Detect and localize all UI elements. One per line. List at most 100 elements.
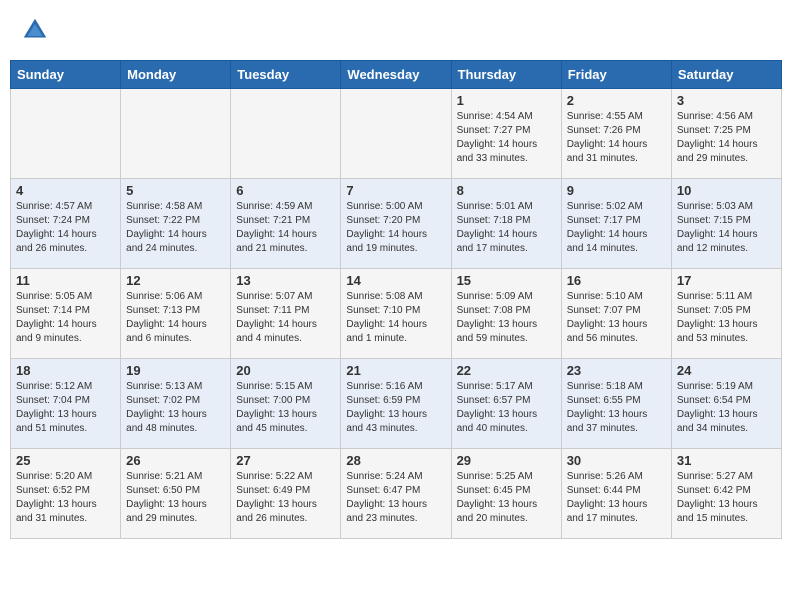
- day-number: 31: [677, 453, 776, 468]
- day-number: 12: [126, 273, 225, 288]
- cell-content: Sunrise: 5:19 AM Sunset: 6:54 PM Dayligh…: [677, 380, 776, 436]
- cell-content: Sunrise: 4:55 AM Sunset: 7:26 PM Dayligh…: [567, 110, 666, 166]
- day-number: 19: [126, 363, 225, 378]
- cell-content: Sunrise: 4:54 AM Sunset: 7:27 PM Dayligh…: [457, 110, 556, 166]
- cell-content: Sunrise: 5:18 AM Sunset: 6:55 PM Dayligh…: [567, 380, 666, 436]
- cell-content: Sunrise: 5:21 AM Sunset: 6:50 PM Dayligh…: [126, 470, 225, 526]
- day-number: 23: [567, 363, 666, 378]
- day-number: 14: [346, 273, 445, 288]
- calendar-cell: 3 Sunrise: 4:56 AM Sunset: 7:25 PM Daylig…: [671, 89, 781, 179]
- day-number: 13: [236, 273, 335, 288]
- calendar-table: SundayMondayTuesdayWednesdayThursdayFrid…: [10, 60, 782, 539]
- day-number: 20: [236, 363, 335, 378]
- day-number: 24: [677, 363, 776, 378]
- cell-content: Sunrise: 5:25 AM Sunset: 6:45 PM Dayligh…: [457, 470, 556, 526]
- cell-content: Sunrise: 5:03 AM Sunset: 7:15 PM Dayligh…: [677, 200, 776, 256]
- cell-content: Sunrise: 5:02 AM Sunset: 7:17 PM Dayligh…: [567, 200, 666, 256]
- day-number: 29: [457, 453, 556, 468]
- calendar-cell: 7 Sunrise: 5:00 AM Sunset: 7:20 PM Daylig…: [341, 179, 451, 269]
- calendar-cell: 11Sunrise: 5:05 AM Sunset: 7:14 PM Dayli…: [11, 269, 121, 359]
- day-header-row: SundayMondayTuesdayWednesdayThursdayFrid…: [11, 61, 782, 89]
- cell-content: Sunrise: 4:56 AM Sunset: 7:25 PM Dayligh…: [677, 110, 776, 166]
- cell-content: Sunrise: 4:59 AM Sunset: 7:21 PM Dayligh…: [236, 200, 335, 256]
- day-number: 3: [677, 93, 776, 108]
- calendar-cell: 12 Sunrise: 5:06 AM Sunset: 7:13 PM Dayli…: [121, 269, 231, 359]
- cell-content: Sunrise: 5:09 AM Sunset: 7:08 PM Dayligh…: [457, 290, 556, 346]
- calendar-cell: 10Sunrise: 5:03 AM Sunset: 7:15 PM Dayli…: [671, 179, 781, 269]
- cell-content: Sunrise: 5:27 AM Sunset: 6:42 PM Dayligh…: [677, 470, 776, 526]
- calendar-cell: 13 Sunrise: 5:07 AM Sunset: 7:11 PM Dayli…: [231, 269, 341, 359]
- calendar-cell: 25 Sunrise: 5:20 AM Sunset: 6:52 PM Dayli…: [11, 449, 121, 539]
- calendar-cell: 27Sunrise: 5:22 AM Sunset: 6:49 PM Dayli…: [231, 449, 341, 539]
- cell-content: Sunrise: 5:22 AM Sunset: 6:49 PM Dayligh…: [236, 470, 335, 526]
- day-number: 26: [126, 453, 225, 468]
- calendar-cell: 14 Sunrise: 5:08 AM Sunset: 7:10 PM Dayli…: [341, 269, 451, 359]
- day-number: 1: [457, 93, 556, 108]
- calendar-cell: 30 Sunrise: 5:26 AM Sunset: 6:44 PM Dayli…: [561, 449, 671, 539]
- day-number: 21: [346, 363, 445, 378]
- cell-content: Sunrise: 5:00 AM Sunset: 7:20 PM Dayligh…: [346, 200, 445, 256]
- cell-content: Sunrise: 5:24 AM Sunset: 6:47 PM Dayligh…: [346, 470, 445, 526]
- calendar-cell: 31 Sunrise: 5:27 AM Sunset: 6:42 PM Dayli…: [671, 449, 781, 539]
- cell-content: Sunrise: 5:07 AM Sunset: 7:11 PM Dayligh…: [236, 290, 335, 346]
- calendar-cell: 18 Sunrise: 5:12 AM Sunset: 7:04 PM Dayli…: [11, 359, 121, 449]
- calendar-cell: 29 Sunrise: 5:25 AM Sunset: 6:45 PM Dayli…: [451, 449, 561, 539]
- cell-content: Sunrise: 5:13 AM Sunset: 7:02 PM Dayligh…: [126, 380, 225, 436]
- calendar-cell: 6 Sunrise: 4:59 AM Sunset: 7:21 PM Daylig…: [231, 179, 341, 269]
- day-number: 11: [16, 273, 115, 288]
- calendar-cell: 20 Sunrise: 5:15 AM Sunset: 7:00 PM Dayli…: [231, 359, 341, 449]
- week-row-2: 4 Sunrise: 4:57 AM Sunset: 7:24 PM Daylig…: [11, 179, 782, 269]
- calendar-cell: 5 Sunrise: 4:58 AM Sunset: 7:22 PM Daylig…: [121, 179, 231, 269]
- day-number: 18: [16, 363, 115, 378]
- cell-content: Sunrise: 5:10 AM Sunset: 7:07 PM Dayligh…: [567, 290, 666, 346]
- cell-content: Sunrise: 5:06 AM Sunset: 7:13 PM Dayligh…: [126, 290, 225, 346]
- day-number: 16: [567, 273, 666, 288]
- day-header-thursday: Thursday: [451, 61, 561, 89]
- day-number: 2: [567, 93, 666, 108]
- logo: [20, 15, 54, 45]
- cell-content: Sunrise: 5:11 AM Sunset: 7:05 PM Dayligh…: [677, 290, 776, 346]
- calendar-cell: [341, 89, 451, 179]
- cell-content: Sunrise: 4:58 AM Sunset: 7:22 PM Dayligh…: [126, 200, 225, 256]
- calendar-cell: [121, 89, 231, 179]
- day-number: 9: [567, 183, 666, 198]
- day-number: 4: [16, 183, 115, 198]
- day-header-friday: Friday: [561, 61, 671, 89]
- cell-content: Sunrise: 5:16 AM Sunset: 6:59 PM Dayligh…: [346, 380, 445, 436]
- cell-content: Sunrise: 4:57 AM Sunset: 7:24 PM Dayligh…: [16, 200, 115, 256]
- calendar-cell: 21 Sunrise: 5:16 AM Sunset: 6:59 PM Dayli…: [341, 359, 451, 449]
- day-header-wednesday: Wednesday: [341, 61, 451, 89]
- day-number: 30: [567, 453, 666, 468]
- calendar-cell: [231, 89, 341, 179]
- calendar-cell: 16 Sunrise: 5:10 AM Sunset: 7:07 PM Dayli…: [561, 269, 671, 359]
- week-row-4: 18 Sunrise: 5:12 AM Sunset: 7:04 PM Dayli…: [11, 359, 782, 449]
- cell-content: Sunrise: 5:12 AM Sunset: 7:04 PM Dayligh…: [16, 380, 115, 436]
- week-row-5: 25 Sunrise: 5:20 AM Sunset: 6:52 PM Dayli…: [11, 449, 782, 539]
- week-row-1: 1 Sunrise: 4:54 AM Sunset: 7:27 PM Daylig…: [11, 89, 782, 179]
- cell-content: Sunrise: 5:08 AM Sunset: 7:10 PM Dayligh…: [346, 290, 445, 346]
- generalblue-logo-icon: [20, 15, 50, 45]
- day-number: 5: [126, 183, 225, 198]
- day-number: 22: [457, 363, 556, 378]
- day-number: 17: [677, 273, 776, 288]
- cell-content: Sunrise: 5:20 AM Sunset: 6:52 PM Dayligh…: [16, 470, 115, 526]
- calendar-cell: [11, 89, 121, 179]
- week-row-3: 11Sunrise: 5:05 AM Sunset: 7:14 PM Dayli…: [11, 269, 782, 359]
- day-header-tuesday: Tuesday: [231, 61, 341, 89]
- calendar-cell: 22 Sunrise: 5:17 AM Sunset: 6:57 PM Dayli…: [451, 359, 561, 449]
- day-header-saturday: Saturday: [671, 61, 781, 89]
- calendar-cell: 2 Sunrise: 4:55 AM Sunset: 7:26 PM Daylig…: [561, 89, 671, 179]
- day-number: 6: [236, 183, 335, 198]
- cell-content: Sunrise: 5:17 AM Sunset: 6:57 PM Dayligh…: [457, 380, 556, 436]
- day-header-monday: Monday: [121, 61, 231, 89]
- calendar-cell: 1 Sunrise: 4:54 AM Sunset: 7:27 PM Daylig…: [451, 89, 561, 179]
- calendar-cell: 23 Sunrise: 5:18 AM Sunset: 6:55 PM Dayli…: [561, 359, 671, 449]
- calendar-cell: 26 Sunrise: 5:21 AM Sunset: 6:50 PM Dayli…: [121, 449, 231, 539]
- calendar-cell: 17 Sunrise: 5:11 AM Sunset: 7:05 PM Dayli…: [671, 269, 781, 359]
- cell-content: Sunrise: 5:15 AM Sunset: 7:00 PM Dayligh…: [236, 380, 335, 436]
- day-number: 7: [346, 183, 445, 198]
- cell-content: Sunrise: 5:26 AM Sunset: 6:44 PM Dayligh…: [567, 470, 666, 526]
- day-number: 8: [457, 183, 556, 198]
- day-header-sunday: Sunday: [11, 61, 121, 89]
- day-number: 25: [16, 453, 115, 468]
